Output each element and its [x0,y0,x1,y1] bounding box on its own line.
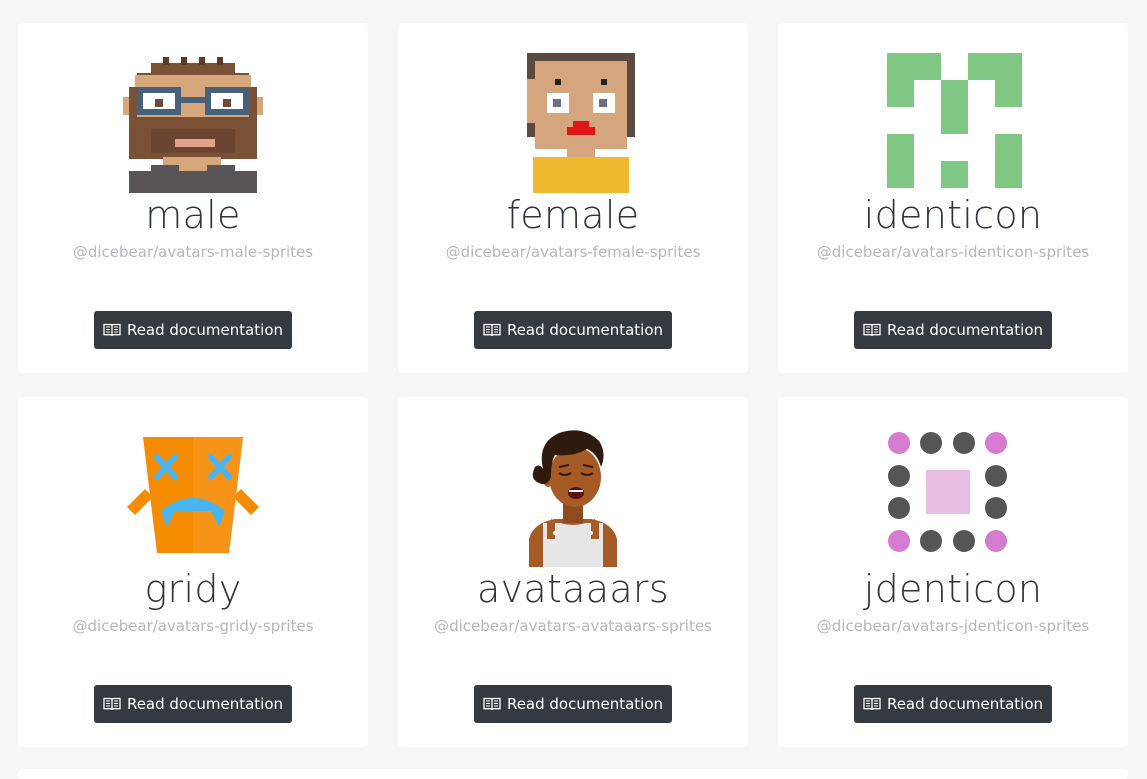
book-icon [863,323,881,337]
identicon-avatar-icon [883,53,1023,193]
avatar-card-avataaars: avataaars @dicebear/avatars-avataaars-sp… [398,397,748,747]
avatar-card-gridy: gridy @dicebear/avatars-gridy-sprites Re… [18,397,368,747]
book-icon [103,697,121,711]
next-row-card-edge [18,769,1128,779]
read-documentation-button[interactable]: Read documentation [854,311,1052,349]
button-label: Read documentation [506,695,664,713]
read-documentation-button[interactable]: Read documentation [854,685,1052,723]
card-title: avataaars [477,567,669,611]
female-pixel-avatar-icon [503,53,643,193]
button-label: Read documentation [126,695,284,713]
card-package-name: @dicebear/avatars-avataaars-sprites [434,617,712,635]
card-package-name: @dicebear/avatars-identicon-sprites [816,243,1090,261]
book-icon [863,697,881,711]
card-package-name: @dicebear/avatars-female-sprites [445,243,701,261]
avatar-card-identicon: identicon @dicebear/avatars-identicon-sp… [778,23,1128,373]
read-documentation-button[interactable]: Read documentation [474,685,672,723]
card-package-name: @dicebear/avatars-male-sprites [72,243,314,261]
card-package-name: @dicebear/avatars-gridy-sprites [72,617,314,635]
read-documentation-button[interactable]: Read documentation [474,311,672,349]
read-documentation-button[interactable]: Read documentation [94,311,292,349]
button-label: Read documentation [506,321,664,339]
card-package-name: @dicebear/avatars-jdenticon-sprites [816,617,1090,635]
avataaars-avatar-icon [503,427,643,567]
male-pixel-avatar-icon [123,53,263,193]
avatar-card-jdenticon: jdenticon @dicebear/avatars-jdenticon-sp… [778,397,1128,747]
button-label: Read documentation [886,695,1044,713]
card-title: male [145,193,241,237]
button-label: Read documentation [126,321,284,339]
card-title: female [506,193,640,237]
card-title: identicon [863,193,1043,237]
book-icon [103,323,121,337]
book-icon [483,697,501,711]
avatar-card-male: male @dicebear/avatars-male-sprites Read… [18,23,368,373]
avatar-card-female: female @dicebear/avatars-female-sprites … [398,23,748,373]
card-title: jdenticon [863,567,1043,611]
button-label: Read documentation [886,321,1044,339]
card-title: gridy [144,567,242,611]
gridy-avatar-icon [123,427,263,567]
jdenticon-avatar-icon [883,427,1023,567]
read-documentation-button[interactable]: Read documentation [94,685,292,723]
book-icon [483,323,501,337]
